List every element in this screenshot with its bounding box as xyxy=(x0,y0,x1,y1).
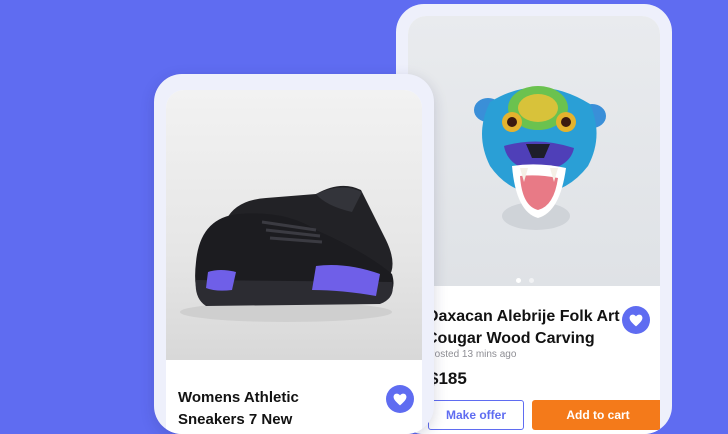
phone-mockup-front: Womens Athletic Sneakers 7 New xyxy=(154,74,434,434)
listing-title-line-1: Oaxacan Alebrije Folk Art xyxy=(426,308,620,325)
carousel-dot[interactable] xyxy=(529,278,534,283)
listing-title[interactable]: Womens Athletic Sneakers 7 New xyxy=(178,387,358,431)
listing-price: $185 xyxy=(429,369,467,388)
phone-mockup-back: Oaxacan Alebrije Folk Art Cougar Wood Ca… xyxy=(396,4,672,434)
listing-photo-cougar[interactable] xyxy=(408,16,660,286)
listing-title-line-2: Cougar Wood Carving xyxy=(426,330,595,347)
posted-time: Posted 13 mins ago xyxy=(428,349,517,360)
listing-card-sneakers: Womens Athletic Sneakers 7 New xyxy=(166,90,422,434)
listing-photo-sneakers[interactable] xyxy=(166,90,422,360)
heart-icon xyxy=(393,393,407,405)
add-to-cart-button[interactable]: Add to cart xyxy=(532,400,660,430)
make-offer-button[interactable]: Make offer xyxy=(428,400,524,430)
favorite-button[interactable] xyxy=(622,306,650,334)
listing-card-cougar: Oaxacan Alebrije Folk Art Cougar Wood Ca… xyxy=(408,16,660,434)
listing-title[interactable]: Oaxacan Alebrije Folk Art Cougar Wood Ca… xyxy=(426,306,626,350)
cougar-mask-image xyxy=(474,86,606,230)
carousel-dot-active[interactable] xyxy=(516,278,521,283)
listing-title-line-1: Womens Athletic xyxy=(178,389,299,406)
favorite-button[interactable] xyxy=(386,385,414,413)
sneakers-image xyxy=(180,185,394,322)
heart-icon xyxy=(629,314,643,326)
listing-title-line-2: Sneakers 7 New xyxy=(178,411,293,428)
photo-carousel-dots[interactable] xyxy=(516,278,534,283)
